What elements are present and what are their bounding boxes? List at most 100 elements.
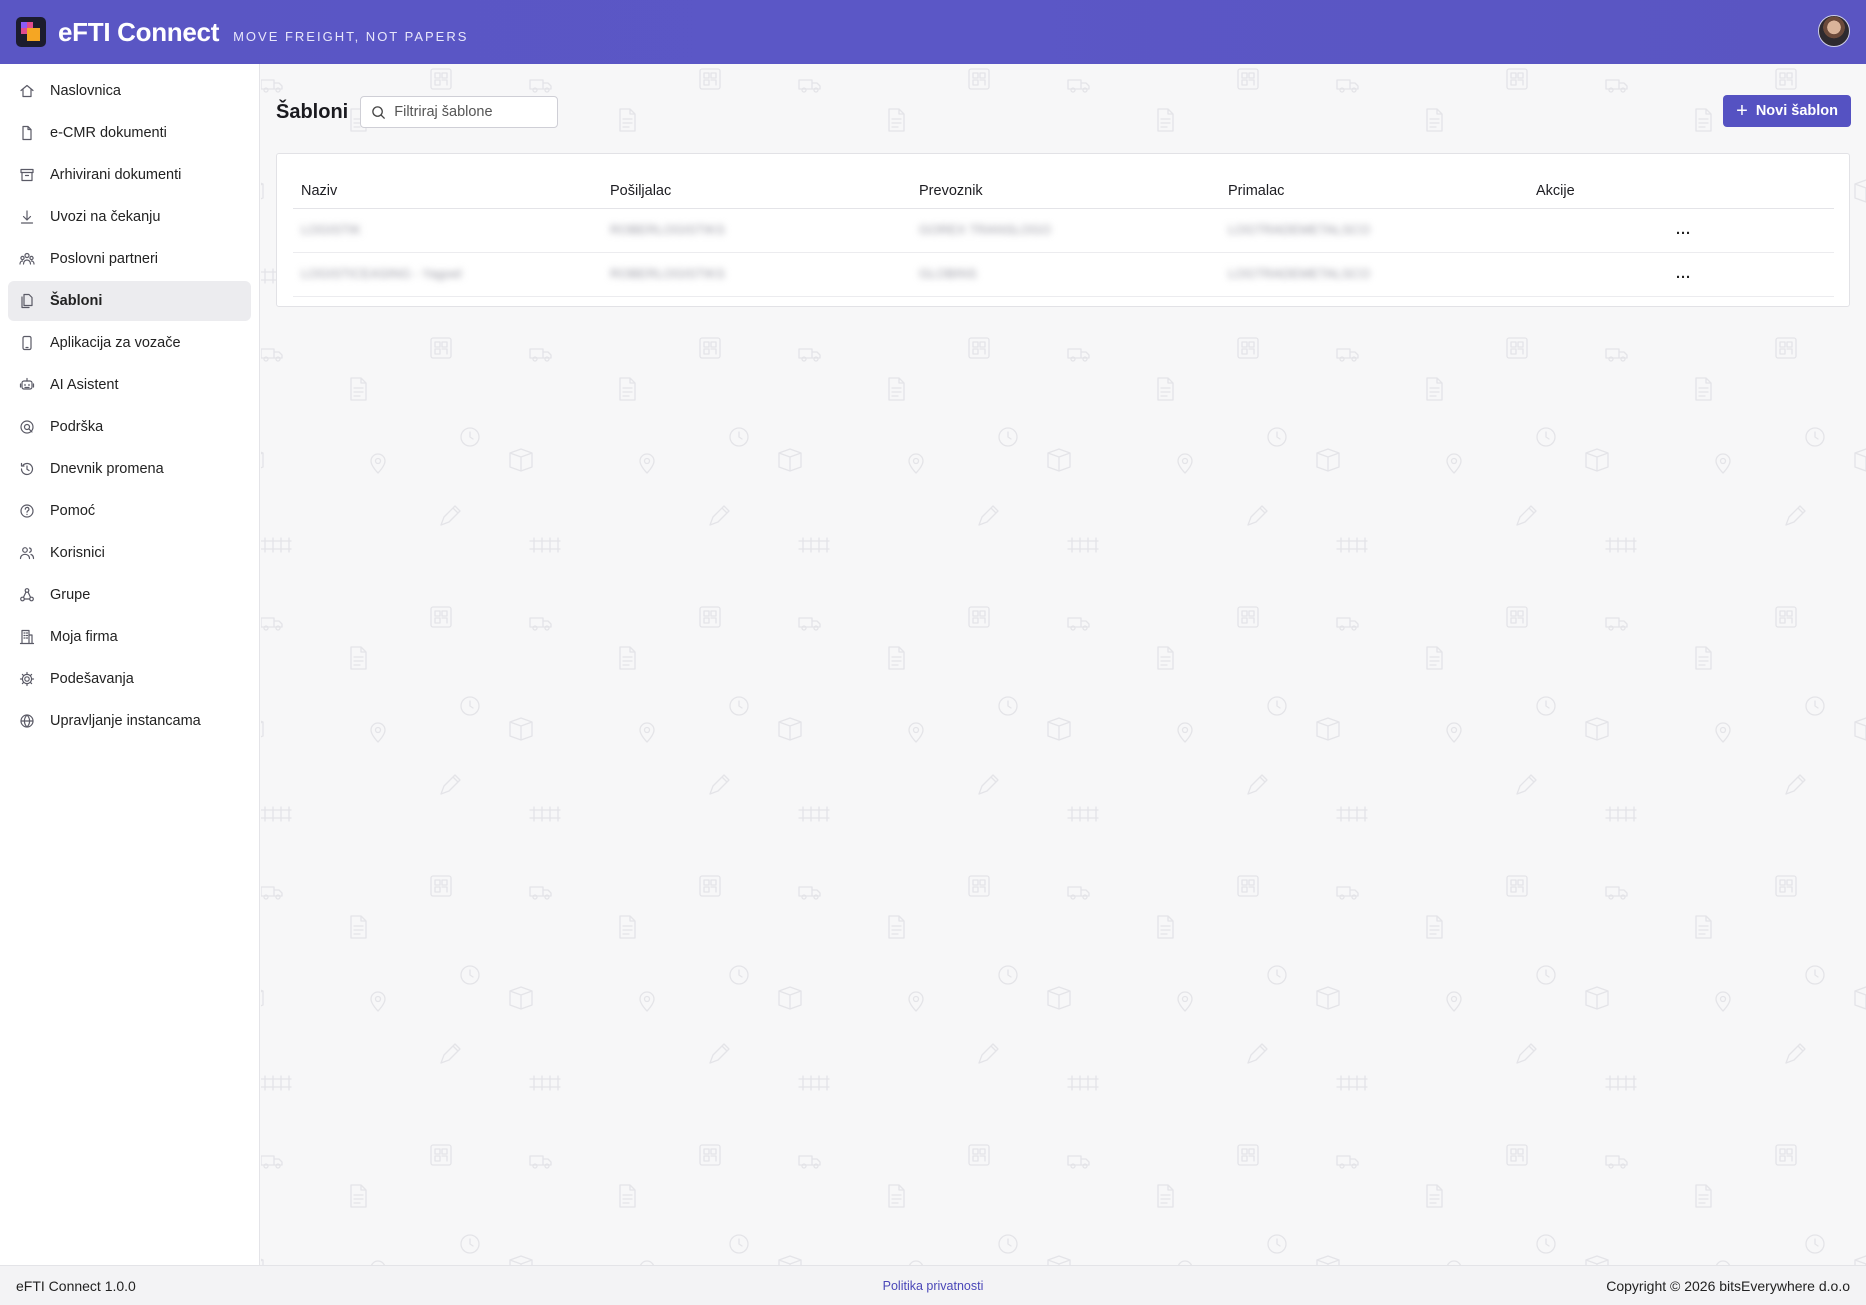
- bg-box-icon: [1316, 986, 1340, 1010]
- bg-pen-icon: [709, 505, 730, 526]
- app-brand[interactable]: eFTI Connect: [58, 17, 219, 48]
- sidebar-item-label: AI Asistent: [50, 377, 119, 393]
- bg-paper-icon: [1157, 1184, 1174, 1208]
- sidebar-item-help[interactable]: Pomoć: [8, 491, 251, 531]
- bg-rail-icon: [261, 806, 292, 822]
- sidebar: Naslovnica e-CMR dokumenti Arhivirani doku…: [0, 64, 260, 1265]
- bg-box-icon: [261, 989, 264, 1007]
- bg-truck-icon: [529, 1155, 552, 1169]
- bg-box-icon: [1585, 1255, 1609, 1265]
- sidebar-item-partners[interactable]: Poslovni partneri: [8, 239, 251, 279]
- bg-box-icon: [261, 720, 264, 738]
- bg-truck-icon: [798, 79, 821, 93]
- bg-paper-icon: [350, 915, 367, 939]
- bg-qr-icon: [1237, 1144, 1259, 1166]
- bg-pen-icon: [1785, 505, 1806, 526]
- cell-primalac: LOGTRADEMETALSCO: [1220, 208, 1528, 253]
- bg-clock-icon: [460, 427, 480, 447]
- bg-pin-icon: [1446, 722, 1462, 743]
- bg-paper-icon: [1426, 377, 1443, 401]
- bg-qr-icon: [1506, 1144, 1528, 1166]
- bg-qr-icon: [430, 606, 452, 628]
- sidebar-item-archive[interactable]: Arhivirani dokumenti: [8, 155, 251, 195]
- bg-rail-icon: [1067, 537, 1099, 553]
- sidebar-item-label: Korisnici: [50, 545, 105, 561]
- bg-qr-icon: [699, 68, 721, 90]
- search-box[interactable]: [360, 96, 559, 128]
- bg-truck-icon: [261, 617, 283, 631]
- app-logo-icon[interactable]: [16, 17, 46, 47]
- sidebar-item-users[interactable]: Korisnici: [8, 533, 251, 573]
- cell-value-prevoznik: GOREX TRANSLOGO: [919, 222, 1051, 237]
- sidebar-item-label: Dnevnik promena: [50, 461, 164, 477]
- column-header-primalac[interactable]: Primalac: [1220, 174, 1528, 209]
- privacy-policy-link[interactable]: Politika privatnosti: [883, 1279, 984, 1293]
- bg-rail-icon: [1336, 806, 1368, 822]
- column-header-posiljalac[interactable]: Pošiljalac: [602, 174, 911, 209]
- sidebar-item-download[interactable]: Uvozi na čekanju: [8, 197, 251, 237]
- app-tagline: MOVE FREIGHT, NOT PAPERS: [233, 28, 469, 44]
- bg-truck-icon: [261, 79, 283, 93]
- sidebar-item-gear[interactable]: Podešavanja: [8, 659, 251, 699]
- sidebar-item-mobile[interactable]: Aplikacija za vozače: [8, 323, 251, 363]
- bg-pen-icon: [709, 1043, 730, 1064]
- bg-rail-icon: [1336, 1075, 1368, 1091]
- bg-qr-icon: [699, 606, 721, 628]
- sidebar-item-label: Upravljanje instancama: [50, 713, 201, 729]
- bg-pen-icon: [1516, 774, 1537, 795]
- bg-box-icon: [261, 182, 264, 200]
- column-header-naziv[interactable]: Naziv: [293, 174, 602, 209]
- bg-paper-icon: [619, 377, 636, 401]
- sidebar-item-building[interactable]: Moja firma: [8, 617, 251, 657]
- robot-icon: [18, 376, 36, 394]
- search-input[interactable]: [394, 104, 555, 120]
- templates-table: Naziv Pošiljalac Prevoznik Primalac Akci…: [293, 174, 1834, 297]
- table-row[interactable]: LOGISTIK ROBERLOGISTIKS GOREX TRANSLOGO LOG…: [293, 208, 1834, 253]
- column-header-prevoznik[interactable]: Prevoznik: [911, 174, 1220, 209]
- user-avatar[interactable]: [1818, 15, 1850, 47]
- sidebar-item-label: Aplikacija za vozače: [50, 335, 181, 351]
- bg-paper-icon: [888, 377, 905, 401]
- bg-truck-icon: [529, 79, 552, 93]
- sidebar-item-document[interactable]: e-CMR dokumenti: [8, 113, 251, 153]
- bg-clock-icon: [1267, 696, 1287, 716]
- bg-rail-icon: [261, 537, 292, 553]
- bg-box-icon: [1585, 717, 1609, 741]
- row-actions-menu-button[interactable]: ...: [1536, 222, 1691, 238]
- bg-paper-icon: [888, 915, 905, 939]
- bg-truck-icon: [798, 348, 821, 362]
- bg-truck-icon: [1605, 886, 1628, 900]
- table-row[interactable]: LOGISTICEASING - Yagoel ROBERLOGISTIKS GLO…: [293, 252, 1834, 297]
- new-template-button[interactable]: + Novi šablon: [1723, 95, 1851, 127]
- sidebar-item-label: Grupe: [50, 587, 91, 603]
- sidebar-item-globe[interactable]: Upravljanje instancama: [8, 701, 251, 741]
- download-icon: [18, 208, 36, 226]
- bg-pin-icon: [908, 991, 924, 1012]
- bg-qr-icon: [1237, 337, 1259, 359]
- templates-table-card: Naziv Pošiljalac Prevoznik Primalac Akci…: [276, 153, 1850, 307]
- bg-clock-icon: [1536, 1234, 1556, 1254]
- bg-truck-icon: [1336, 617, 1359, 631]
- sidebar-item-groups[interactable]: Grupe: [8, 575, 251, 615]
- sidebar-item-history[interactable]: Dnevnik promena: [8, 449, 251, 489]
- page-title: Šabloni: [276, 100, 349, 123]
- bg-truck-icon: [1336, 1155, 1359, 1169]
- sidebar-item-home[interactable]: Naslovnica: [8, 71, 251, 111]
- cell-value-posiljalac: ROBERLOGISTIKS: [610, 266, 725, 281]
- bg-box-icon: [261, 1258, 264, 1265]
- bg-clock-icon: [998, 1234, 1018, 1254]
- bg-qr-icon: [1237, 68, 1259, 90]
- bg-truck-icon: [261, 886, 283, 900]
- bg-paper-icon: [350, 377, 367, 401]
- bg-qr-icon: [699, 1144, 721, 1166]
- bg-qr-icon: [430, 875, 452, 897]
- bg-qr-icon: [1775, 1144, 1797, 1166]
- sidebar-item-support[interactable]: Podrška: [8, 407, 251, 447]
- bg-truck-icon: [529, 886, 552, 900]
- sidebar-item-robot[interactable]: AI Asistent: [8, 365, 251, 405]
- bg-truck-icon: [1336, 886, 1359, 900]
- sidebar-item-templates[interactable]: Šabloni: [8, 281, 251, 321]
- bg-rail-icon: [1605, 806, 1637, 822]
- cell-value-naziv: LOGISTICEASING - Yagoel: [301, 266, 462, 281]
- row-actions-menu-button[interactable]: ...: [1536, 266, 1691, 282]
